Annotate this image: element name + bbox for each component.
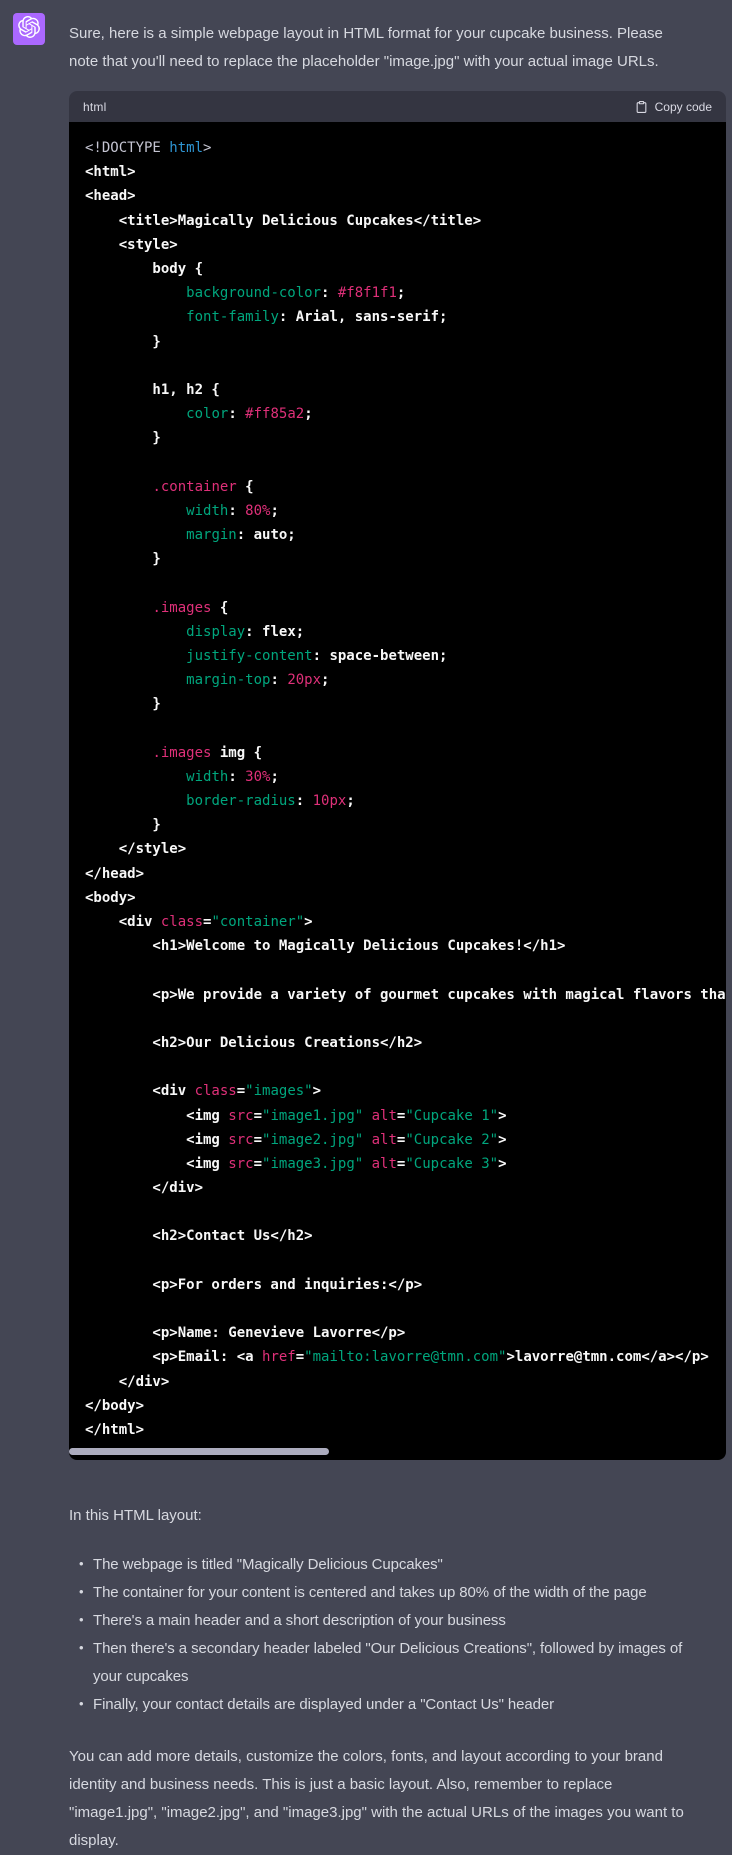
code-line: </div> bbox=[85, 1370, 726, 1394]
code-line bbox=[85, 958, 726, 982]
code-line: <p>Email: <a href="mailto:lavorre@tmn.co… bbox=[85, 1345, 726, 1369]
code-line bbox=[85, 571, 726, 595]
code-line: <img src="image1.jpg" alt="Cupcake 1"> bbox=[85, 1104, 726, 1128]
code-line: } bbox=[85, 547, 726, 571]
intro-paragraph: Sure, here is a simple webpage layout in… bbox=[69, 20, 729, 76]
code-line: margin-top: 20px; bbox=[85, 668, 726, 692]
code-line: <h2>Our Delicious Creations</h2> bbox=[85, 1031, 726, 1055]
code-line: <h1>Welcome to Magically Delicious Cupca… bbox=[85, 934, 726, 958]
code-line: <img src="image3.jpg" alt="Cupcake 3"> bbox=[85, 1152, 726, 1176]
code-line bbox=[85, 1297, 726, 1321]
code-line: } bbox=[85, 426, 726, 450]
horizontal-scrollbar-thumb[interactable] bbox=[69, 1448, 329, 1455]
code-line bbox=[85, 1055, 726, 1079]
code-line: <!DOCTYPE html> bbox=[85, 136, 726, 160]
language-label: html bbox=[83, 100, 106, 114]
code-line: } bbox=[85, 692, 726, 716]
assistant-avatar bbox=[13, 13, 45, 45]
code-line: </body> bbox=[85, 1394, 726, 1418]
code-line: margin: auto; bbox=[85, 523, 726, 547]
code-line: <div class="images"> bbox=[85, 1079, 726, 1103]
code-line bbox=[85, 1200, 726, 1224]
code-line: <p>We provide a variety of gourmet cupca… bbox=[85, 983, 726, 1007]
code-line: </head> bbox=[85, 862, 726, 886]
list-item: The webpage is titled "Magically Delicio… bbox=[93, 1551, 729, 1579]
assistant-message: Sure, here is a simple webpage layout in… bbox=[69, 0, 729, 1855]
copy-code-label: Copy code bbox=[655, 100, 712, 114]
code-line bbox=[85, 1249, 726, 1273]
analysis-list: The webpage is titled "Magically Delicio… bbox=[69, 1551, 729, 1719]
code-line: width: 80%; bbox=[85, 499, 726, 523]
code-line: <title>Magically Delicious Cupcakes</tit… bbox=[85, 209, 726, 233]
code-line: <div class="container"> bbox=[85, 910, 726, 934]
code-line: </style> bbox=[85, 837, 726, 861]
code-line: justify-content: space-between; bbox=[85, 644, 726, 668]
code-line: .container { bbox=[85, 475, 726, 499]
code-line: font-family: Arial, sans-serif; bbox=[85, 305, 726, 329]
code-line: <style> bbox=[85, 233, 726, 257]
code-line: body { bbox=[85, 257, 726, 281]
code-line: } bbox=[85, 813, 726, 837]
code-line: </html> bbox=[85, 1418, 726, 1442]
code-line: <h2>Contact Us</h2> bbox=[85, 1224, 726, 1248]
code-line: .images img { bbox=[85, 741, 726, 765]
code-line bbox=[85, 450, 726, 474]
code-content: <!DOCTYPE html><html><head> <title>Magic… bbox=[85, 136, 726, 1442]
code-line: .images { bbox=[85, 596, 726, 620]
code-line: <p>Name: Genevieve Lavorre</p> bbox=[85, 1321, 726, 1345]
code-line: color: #ff85a2; bbox=[85, 402, 726, 426]
code-line: <p>For orders and inquiries:</p> bbox=[85, 1273, 726, 1297]
list-item: There's a main header and a short descri… bbox=[93, 1607, 729, 1635]
chat-page: { "ui_colors": { "page_background": "#44… bbox=[0, 0, 732, 1855]
code-line: <head> bbox=[85, 184, 726, 208]
code-block-header: html Copy code bbox=[69, 91, 726, 122]
list-item: The container for your content is center… bbox=[93, 1579, 729, 1607]
openai-logo-icon bbox=[18, 16, 40, 43]
code-line: <html> bbox=[85, 160, 726, 184]
code-line: display: flex; bbox=[85, 620, 726, 644]
code-line: h1, h2 { bbox=[85, 378, 726, 402]
code-line bbox=[85, 1007, 726, 1031]
code-line: </div> bbox=[85, 1176, 726, 1200]
analysis-heading: In this HTML layout: bbox=[69, 1502, 729, 1530]
outro-paragraph: You can add more details, customize the … bbox=[69, 1743, 729, 1855]
code-line: background-color: #f8f1f1; bbox=[85, 281, 726, 305]
copy-code-button[interactable]: Copy code bbox=[635, 100, 712, 114]
code-line: width: 30%; bbox=[85, 765, 726, 789]
list-item: Finally, your contact details are displa… bbox=[93, 1691, 729, 1719]
code-line: <img src="image2.jpg" alt="Cupcake 2"> bbox=[85, 1128, 726, 1152]
code-line: } bbox=[85, 330, 726, 354]
code-block: html Copy code <!DOCTYPE html><html><hea… bbox=[69, 91, 726, 1460]
code-line: <body> bbox=[85, 886, 726, 910]
code-line bbox=[85, 354, 726, 378]
clipboard-icon bbox=[635, 100, 648, 114]
code-line bbox=[85, 717, 726, 741]
list-item: Then there's a secondary header labeled … bbox=[93, 1635, 729, 1691]
code-scroll-area[interactable]: <!DOCTYPE html><html><head> <title>Magic… bbox=[69, 122, 726, 1460]
code-line: border-radius: 10px; bbox=[85, 789, 726, 813]
